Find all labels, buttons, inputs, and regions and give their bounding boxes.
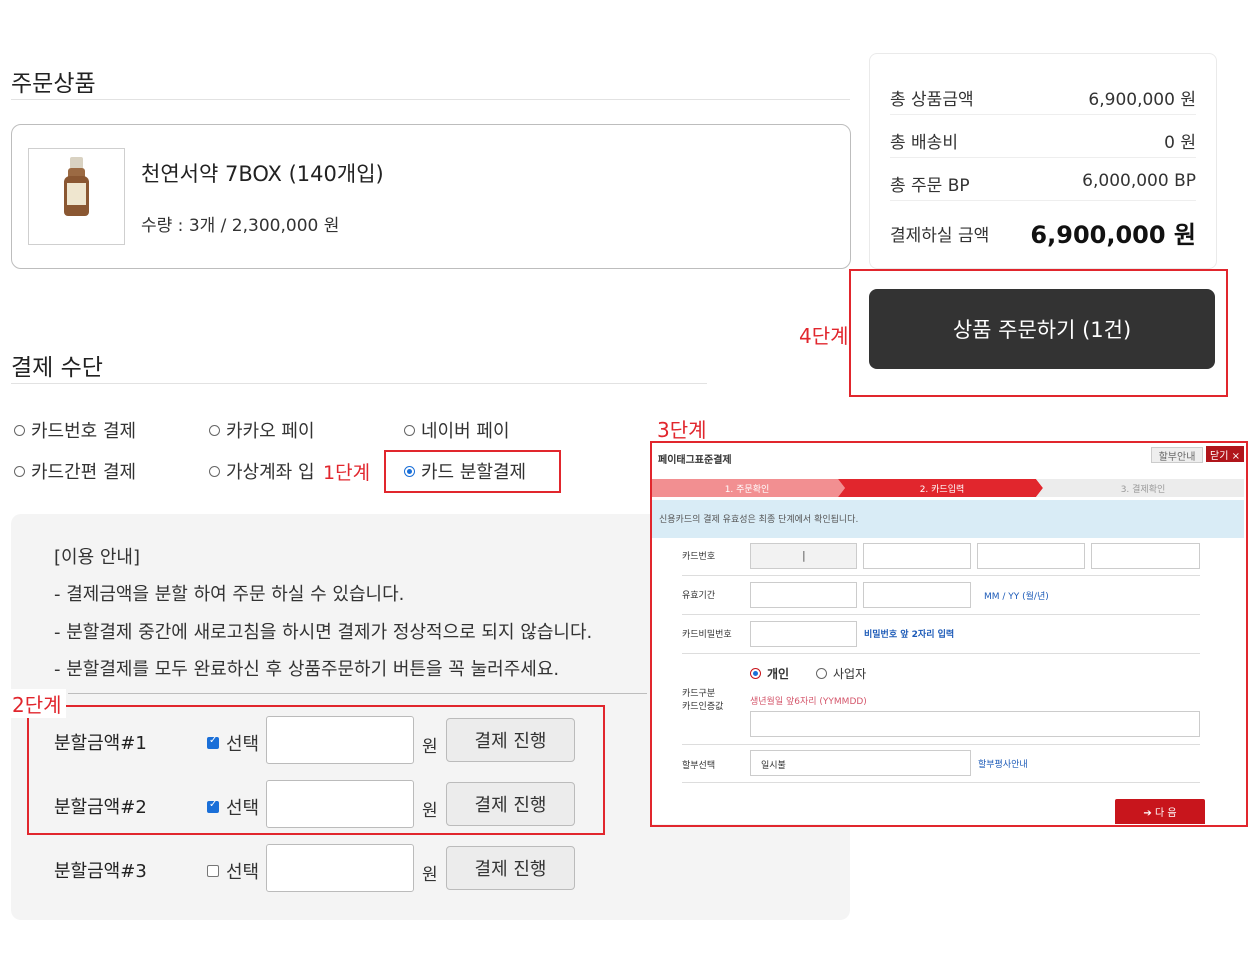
place-order-button[interactable]: 상품 주문하기 (1건): [869, 289, 1215, 369]
radio-icon[interactable]: [14, 465, 25, 477]
payment-option-card-number[interactable]: 카드번호 결제: [14, 417, 136, 443]
option-label: 네이버 페이: [421, 421, 510, 442]
currency-unit: 원: [422, 865, 438, 885]
bottle-label-icon: [67, 183, 86, 205]
total-label: 결제하실 금액: [890, 226, 990, 246]
step3-label: 3단계: [657, 418, 707, 442]
guide-line: - 분할결제 중간에 새로고침을 하시면 결제가 정상적으로 되지 않습니다.: [54, 622, 593, 643]
summary-label: 총 주문 BP: [890, 176, 970, 196]
guide-line: - 결제금액을 분할 하여 주문 하실 수 있습니다.: [54, 584, 405, 605]
split-checkbox[interactable]: [207, 865, 219, 877]
total-value: 6,900,000 원: [1030, 221, 1196, 249]
payment-option-virtual-account[interactable]: 가상계좌 입: [209, 458, 315, 484]
radio-icon[interactable]: [209, 465, 220, 477]
divider: [11, 99, 850, 100]
payment-option-card-split[interactable]: 카드 분할결제: [404, 458, 526, 484]
radio-icon[interactable]: [404, 424, 415, 436]
summary-row: 총 배송비 0 원: [890, 115, 1196, 158]
summary-total-row: 결제하실 금액 6,900,000 원: [890, 199, 1196, 259]
product-thumbnail[interactable]: [28, 148, 125, 245]
summary-label: 총 배송비: [890, 133, 958, 153]
summary-value: 6,900,000 원: [1088, 90, 1196, 110]
order-summary: 총 상품금액 6,900,000 원 총 배송비 0 원 총 주문 BP 6,0…: [869, 53, 1217, 269]
divider: [68, 693, 647, 694]
summary-label: 총 상품금액: [890, 90, 974, 110]
option-label: 가상계좌 입: [226, 462, 315, 483]
step1-label: 1단계: [323, 462, 371, 484]
payment-option-naver-pay[interactable]: 네이버 페이: [404, 417, 510, 443]
order-section-title: 주문상품: [11, 71, 96, 97]
step2-highlight: [27, 705, 605, 835]
option-label: 카카오 페이: [226, 421, 315, 442]
radio-selected-icon[interactable]: [404, 465, 415, 477]
split-row-3: 분할금액#3 선택 원 결제 진행: [54, 844, 614, 894]
product-qty-price: 수량 : 3개 / 2,300,000 원: [141, 216, 340, 236]
option-label: 카드 분할결제: [421, 462, 527, 483]
divider: [11, 383, 707, 384]
split-label: 분할금액#3: [54, 861, 147, 882]
payment-option-kakao-pay[interactable]: 카카오 페이: [209, 417, 315, 443]
product-name[interactable]: 천연서약 7BOX (140개입): [141, 158, 384, 188]
checkbox-label: 선택: [226, 862, 260, 883]
option-label: 카드번호 결제: [31, 421, 137, 442]
radio-icon[interactable]: [209, 424, 220, 436]
product-card: 천연서약 7BOX (140개입) 수량 : 3개 / 2,300,000 원: [11, 124, 851, 269]
summary-row: 총 주문 BP 6,000,000 BP: [890, 158, 1196, 201]
split-amount-input[interactable]: [266, 844, 414, 892]
split-pay-button[interactable]: 결제 진행: [446, 846, 575, 890]
step2-label: 2단계: [10, 689, 66, 718]
summary-value: 0 원: [1164, 133, 1196, 153]
radio-icon[interactable]: [14, 424, 25, 436]
payment-section-title: 결제 수단: [11, 355, 103, 381]
summary-value: 6,000,000 BP: [1082, 171, 1196, 191]
guide-line: - 분할결제를 모두 완료하신 후 상품주문하기 버튼을 꼭 눌러주세요.: [54, 659, 560, 680]
payment-option-card-easy[interactable]: 카드간편 결제: [14, 458, 136, 484]
step3-highlight: [650, 441, 1248, 827]
step4-label: 4단계: [799, 324, 849, 348]
summary-row: 총 상품금액 6,900,000 원: [890, 72, 1196, 115]
guide-heading: [이용 안내]: [54, 547, 141, 568]
option-label: 카드간편 결제: [31, 462, 137, 483]
